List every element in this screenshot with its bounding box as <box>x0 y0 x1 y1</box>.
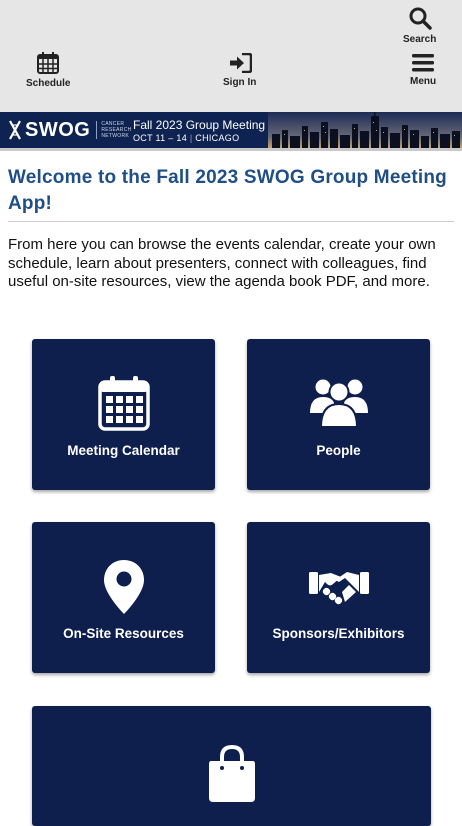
top-toolbar: Search Schedule Sign In Menu <box>0 0 462 112</box>
sign-in-icon <box>229 53 252 73</box>
people-tile[interactable]: People <box>247 339 430 490</box>
sign-in-button[interactable]: Sign In <box>223 53 256 88</box>
onsite-resources-tile[interactable]: On-Site Resources <box>32 522 215 673</box>
swog-logo: SWOG CANCER RESEARCH NETWORK <box>8 116 132 144</box>
event-banner: SWOG CANCER RESEARCH NETWORK Fall 2023 G… <box>0 112 462 148</box>
banner-dates: OCT 11 – 14 <box>133 133 187 143</box>
meeting-calendar-label: Meeting Calendar <box>67 443 180 458</box>
banner-event-title: Fall 2023 Group Meeting <box>133 118 266 132</box>
sponsors-exhibitors-label: Sponsors/Exhibitors <box>272 626 405 641</box>
search-button[interactable]: Search <box>403 6 436 45</box>
logo-subtext: CANCER RESEARCH NETWORK <box>96 121 131 139</box>
dna-icon <box>9 120 21 140</box>
calendar-icon <box>37 52 60 74</box>
search-label: Search <box>403 34 437 45</box>
title-divider <box>8 221 454 222</box>
hamburger-menu-icon <box>412 54 435 72</box>
menu-label: Menu <box>410 76 437 87</box>
map-pin-icon <box>103 560 144 614</box>
banner-divider <box>0 148 462 151</box>
people-label: People <box>316 443 361 458</box>
search-icon <box>409 7 432 30</box>
schedule-label: Schedule <box>26 78 71 89</box>
shopping-bag-icon <box>208 744 255 802</box>
banner-event-when: OCT 11 – 14 | CHICAGO <box>133 133 240 143</box>
meeting-calendar-tile[interactable]: Meeting Calendar <box>32 339 215 490</box>
sign-in-label: Sign In <box>223 77 257 88</box>
intro-text: From here you can browse the events cale… <box>8 236 436 290</box>
handshake-icon <box>308 572 369 605</box>
people-icon <box>309 379 368 428</box>
banner-city: CHICAGO <box>195 133 240 143</box>
menu-button[interactable]: Menu <box>410 54 436 87</box>
schedule-button[interactable]: Schedule <box>26 52 70 89</box>
logo-text: SWOG <box>25 118 91 141</box>
page-title: Welcome to the Fall 2023 SWOG Group Meet… <box>8 167 447 214</box>
calendar-icon <box>97 376 150 431</box>
onsite-resources-label: On-Site Resources <box>63 626 184 641</box>
city-skyline-image <box>268 112 462 148</box>
shopping-bag-tile[interactable] <box>32 706 431 826</box>
sponsors-exhibitors-tile[interactable]: Sponsors/Exhibitors <box>247 522 430 673</box>
